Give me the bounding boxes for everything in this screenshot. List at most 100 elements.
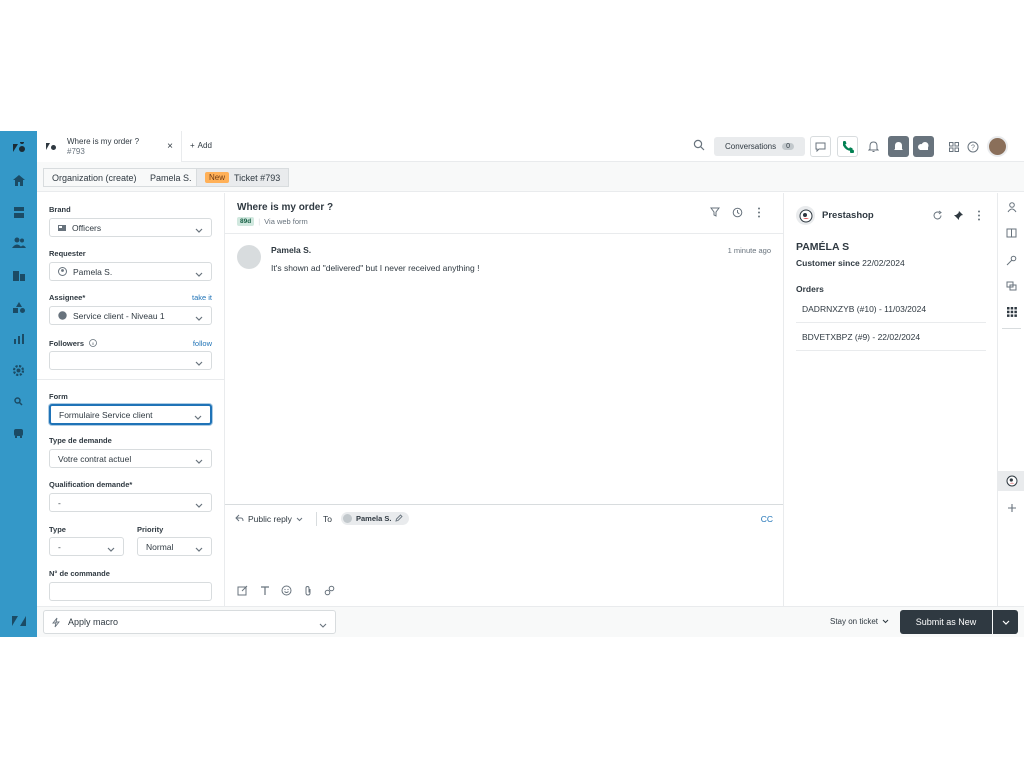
type-demande-select[interactable]: Votre contrat actuel (49, 449, 212, 468)
breadcrumb-requester[interactable]: Pamela S. (142, 168, 201, 187)
home-icon[interactable] (0, 168, 37, 192)
channel-label: Via web form (264, 217, 308, 226)
stay-on-ticket-label: Stay on ticket (830, 617, 879, 626)
form-value: Formulaire Service client (59, 409, 153, 420)
history-icon[interactable] (732, 207, 743, 221)
ticket-subject[interactable]: Where is my order ? (237, 202, 333, 213)
emoji-icon[interactable] (281, 585, 292, 599)
order-row[interactable]: BDVETXBPZ (#9) - 22/02/2024 (796, 323, 986, 351)
type-value: - (58, 541, 61, 552)
reporting-icon[interactable] (0, 327, 37, 351)
apply-macro-label: Apply macro (68, 617, 119, 627)
priority-select[interactable]: Normal (137, 537, 212, 556)
order-row[interactable]: DADRNXZYB (#10) - 11/03/2024 (796, 295, 986, 323)
user-circle-icon (58, 267, 67, 276)
submit-options-button[interactable] (993, 610, 1018, 634)
message-author[interactable]: Pamela S. (271, 245, 311, 255)
type-demande-label: Type de demande (49, 436, 112, 445)
qualification-select[interactable]: - (49, 493, 212, 512)
organizations-icon[interactable] (0, 263, 37, 287)
link-icon[interactable] (324, 585, 335, 599)
product-grid-icon[interactable] (943, 136, 964, 157)
prestashop-app-icon[interactable] (998, 471, 1024, 491)
conversations-label: Conversations (724, 142, 777, 151)
conversation-header: Where is my order ? 89d | Via web form (225, 193, 783, 234)
help-icon[interactable]: ? (962, 136, 983, 157)
user-avatar[interactable] (987, 136, 1008, 157)
notifications-bell-icon[interactable] (863, 136, 884, 157)
filter-icon[interactable] (710, 207, 720, 220)
lightning-icon (52, 617, 60, 630)
qualification-label: Qualification demande* (49, 480, 133, 489)
phone-call-icon[interactable] (837, 136, 858, 157)
breadcrumb-ticket[interactable]: New Ticket #793 (196, 168, 290, 187)
followers-select[interactable] (49, 351, 212, 370)
tab-subtitle: #793 (67, 146, 85, 156)
divider (1002, 328, 1021, 329)
text-format-icon[interactable] (260, 585, 270, 599)
commande-input[interactable] (49, 582, 212, 601)
knowledge-book-icon[interactable] (998, 223, 1024, 243)
search-app-icon[interactable] (0, 389, 37, 413)
apps-grid-icon[interactable] (998, 302, 1024, 322)
bottom-bar: Apply macro Stay on ticket Submit as New (37, 606, 1024, 637)
customers-icon[interactable] (0, 231, 37, 255)
take-it-link[interactable]: take it (192, 293, 212, 302)
reply-type-select[interactable]: Public reply (235, 514, 303, 524)
pin-icon[interactable] (953, 210, 964, 224)
zendesk-product-icon[interactable] (0, 609, 37, 633)
more-options-icon[interactable] (977, 210, 981, 224)
chevron-down-icon (195, 269, 203, 279)
submit-button[interactable]: Submit as New (900, 610, 992, 634)
breadcrumb-organization[interactable]: Organization (create) (43, 168, 146, 187)
message-time: 1 minute ago (727, 246, 771, 255)
brand-value: Officers (72, 222, 102, 233)
customer-name: PAMÉLA S (796, 241, 850, 253)
ticket-tab[interactable]: Where is my order ? #793 × (37, 131, 182, 162)
add-tab-button[interactable]: + Add (190, 141, 212, 150)
compose-icon[interactable] (237, 585, 248, 599)
form-select[interactable]: Formulaire Service client (49, 404, 212, 425)
app-bell-icon[interactable] (888, 136, 909, 157)
follow-link[interactable]: follow (193, 339, 212, 348)
conversations-button[interactable]: Conversations 0 (714, 137, 805, 156)
to-label: To (323, 514, 332, 524)
more-options-icon[interactable] (757, 207, 761, 221)
reply-composer[interactable]: Public reply To Pamela S. CC (225, 504, 783, 606)
chevron-down-icon (195, 544, 203, 554)
close-tab-icon[interactable]: × (167, 141, 173, 152)
user-icon[interactable] (998, 197, 1024, 217)
objects-icon[interactable] (0, 295, 37, 319)
qualification-value: - (58, 497, 61, 508)
zendesk-logo-icon[interactable] (0, 135, 37, 159)
views-icon[interactable] (0, 200, 37, 224)
apply-macro-select[interactable]: Apply macro (43, 610, 336, 634)
admin-gear-icon[interactable] (0, 358, 37, 382)
breadcrumb-ticket-label: Ticket #793 (234, 172, 281, 183)
search-icon[interactable] (693, 139, 705, 154)
brand-select[interactable]: Officers (49, 218, 212, 237)
attachment-icon[interactable] (304, 585, 312, 599)
commande-label: N° de commande (49, 569, 110, 578)
assignee-label: Assignee* (49, 293, 86, 302)
add-app-icon[interactable] (998, 498, 1024, 518)
edit-pencil-icon[interactable] (395, 513, 404, 524)
message-body: It's shown ad "delivered" but I never re… (271, 263, 480, 273)
recipient-chip[interactable]: Pamela S. (341, 512, 410, 525)
chat-bubble-icon[interactable] (810, 136, 831, 157)
refresh-icon[interactable] (932, 210, 943, 224)
apps-icon[interactable] (0, 421, 37, 445)
recipient-avatar (343, 514, 352, 523)
cc-button[interactable]: CC (761, 514, 773, 524)
chevron-down-icon (296, 514, 303, 524)
stay-on-ticket-select[interactable]: Stay on ticket (830, 617, 889, 626)
requester-select[interactable]: Pamela S. (49, 262, 212, 281)
type-select[interactable]: - (49, 537, 124, 556)
key-icon[interactable] (998, 250, 1024, 270)
conversation-pane: Where is my order ? 89d | Via web form P… (225, 193, 783, 606)
assignee-select[interactable]: Service client - Niveau 1 (49, 306, 212, 325)
chevron-down-icon (195, 456, 203, 466)
side-conversations-icon[interactable] (998, 276, 1024, 296)
followers-label: Followers (49, 339, 98, 349)
app-cloud-icon[interactable] (913, 136, 934, 157)
